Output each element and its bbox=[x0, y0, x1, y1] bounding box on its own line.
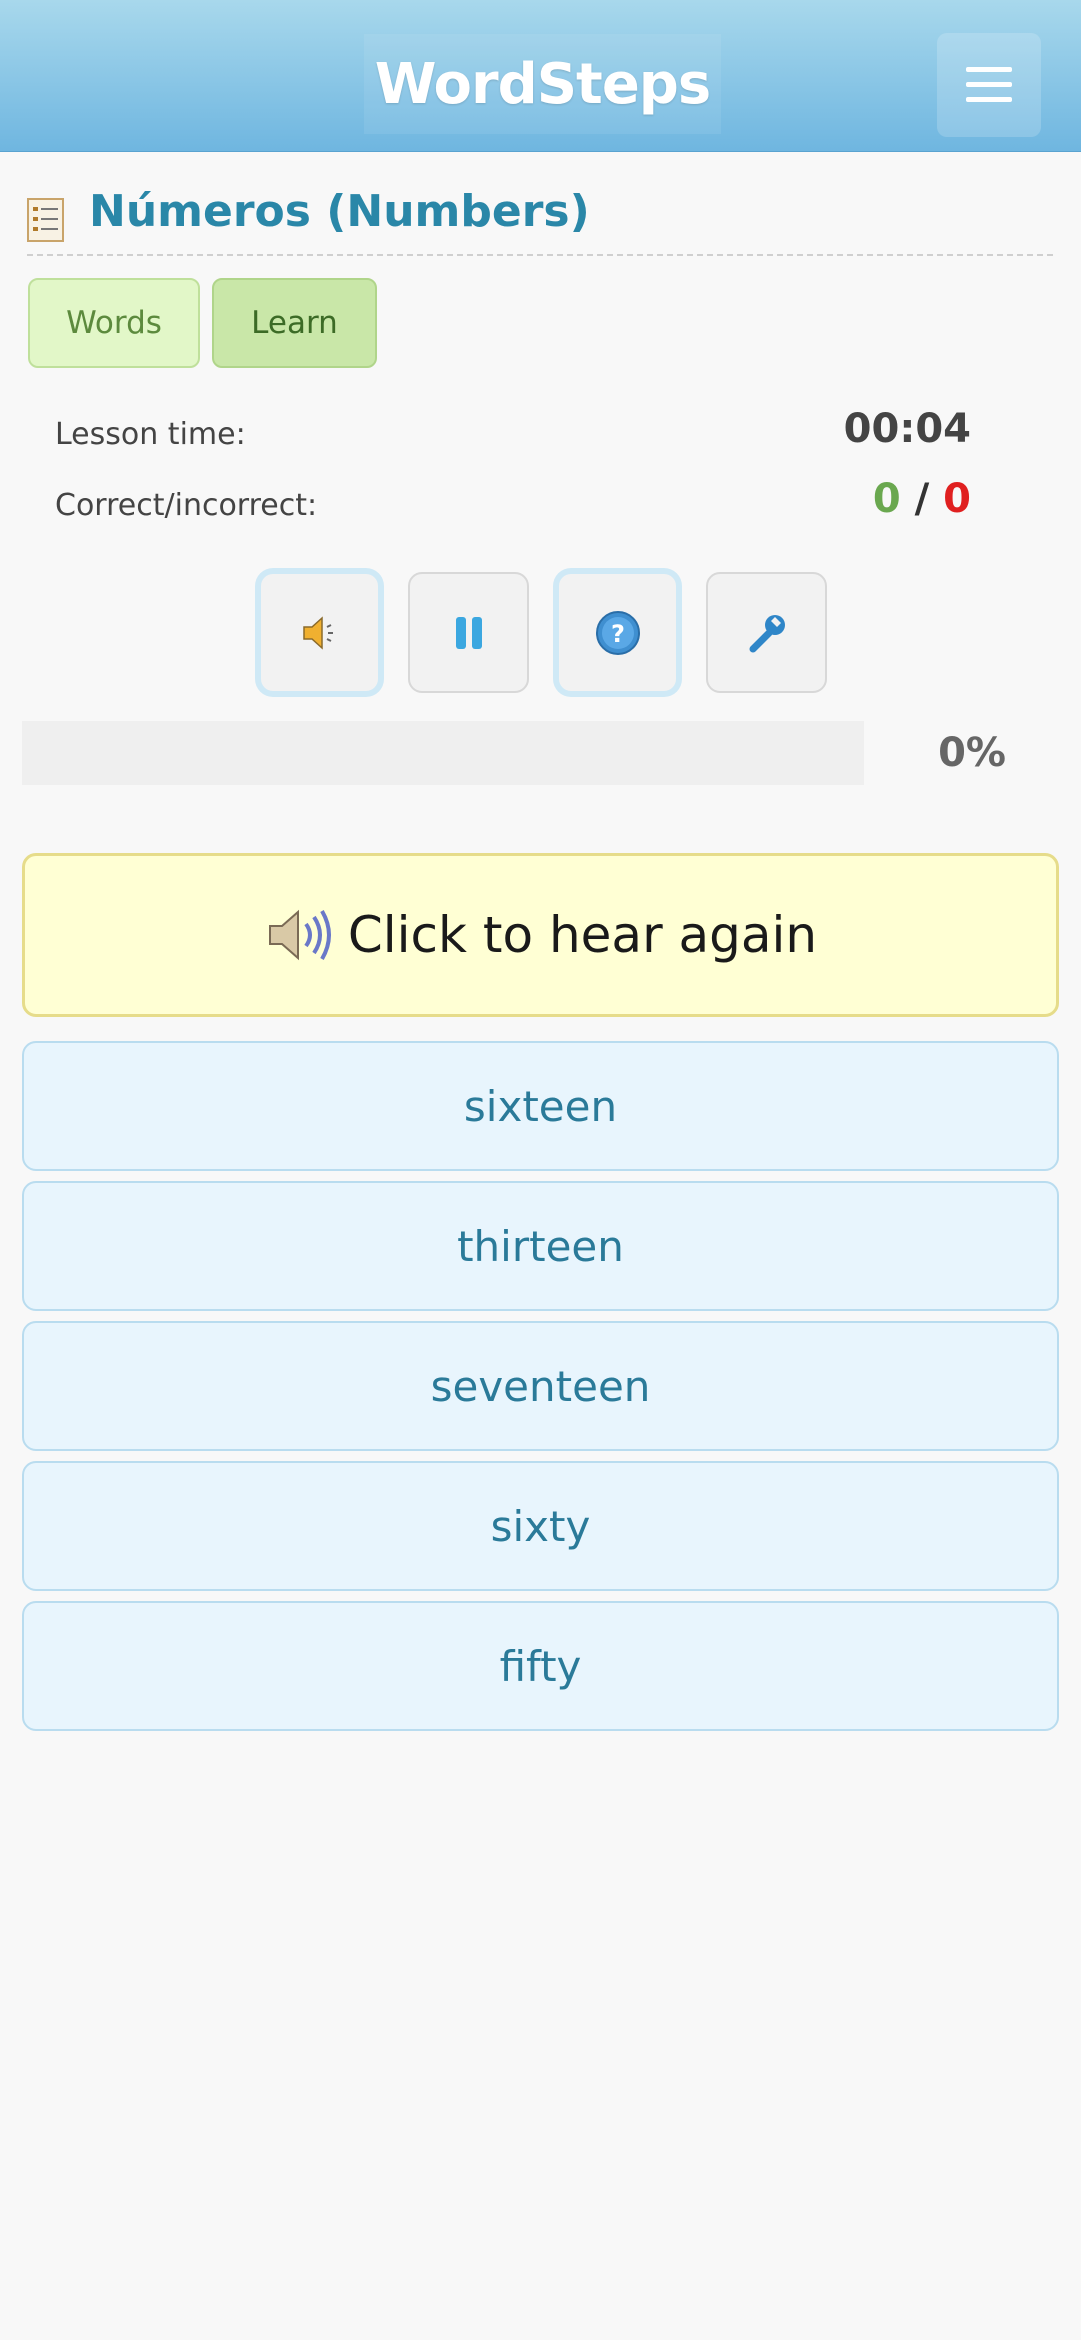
score-separator: / bbox=[914, 476, 930, 522]
lesson-title-row: Números (Numbers) bbox=[27, 180, 1053, 256]
settings-wrench-icon bbox=[749, 614, 785, 652]
tab-words[interactable]: Words bbox=[28, 278, 200, 368]
wordsteps-logo[interactable]: WordSteps bbox=[364, 34, 721, 134]
settings-button[interactable] bbox=[706, 572, 827, 693]
pause-button[interactable] bbox=[408, 572, 529, 693]
progress-percent: 0% bbox=[938, 730, 1006, 776]
incorrect-count: 0 bbox=[943, 476, 971, 522]
speaker-volume-icon bbox=[268, 909, 331, 961]
score-label: Correct/incorrect: bbox=[55, 488, 318, 523]
correct-count: 0 bbox=[872, 476, 901, 522]
answer-option[interactable]: sixteen bbox=[22, 1041, 1059, 1171]
answer-option[interactable]: thirteen bbox=[22, 1181, 1059, 1311]
list-icon bbox=[27, 198, 64, 242]
tab-learn[interactable]: Learn bbox=[212, 278, 377, 368]
help-icon: ? bbox=[595, 610, 640, 655]
lesson-time-value: 00:04 bbox=[843, 406, 971, 452]
answer-option[interactable]: fifty bbox=[22, 1601, 1059, 1731]
logo-text: WordSteps bbox=[374, 51, 711, 117]
score-display: 0 / 0 bbox=[873, 476, 971, 522]
pause-icon bbox=[455, 616, 482, 649]
answer-option[interactable]: sixty bbox=[22, 1461, 1059, 1591]
help-button[interactable]: ? bbox=[557, 572, 678, 693]
sound-button[interactable] bbox=[259, 572, 380, 693]
page-title: Números (Numbers) bbox=[89, 186, 590, 237]
menu-button[interactable] bbox=[937, 33, 1041, 137]
hear-again-label: Click to hear again bbox=[347, 906, 818, 964]
speaker-icon bbox=[302, 615, 333, 650]
progress-bar bbox=[22, 721, 864, 785]
lesson-time-label: Lesson time: bbox=[55, 417, 246, 452]
svg-text:?: ? bbox=[611, 620, 625, 648]
answer-option[interactable]: seventeen bbox=[22, 1321, 1059, 1451]
hamburger-menu-icon bbox=[966, 67, 1012, 102]
hear-again-button[interactable]: Click to hear again bbox=[22, 853, 1059, 1017]
app-header: WordSteps bbox=[0, 0, 1081, 152]
